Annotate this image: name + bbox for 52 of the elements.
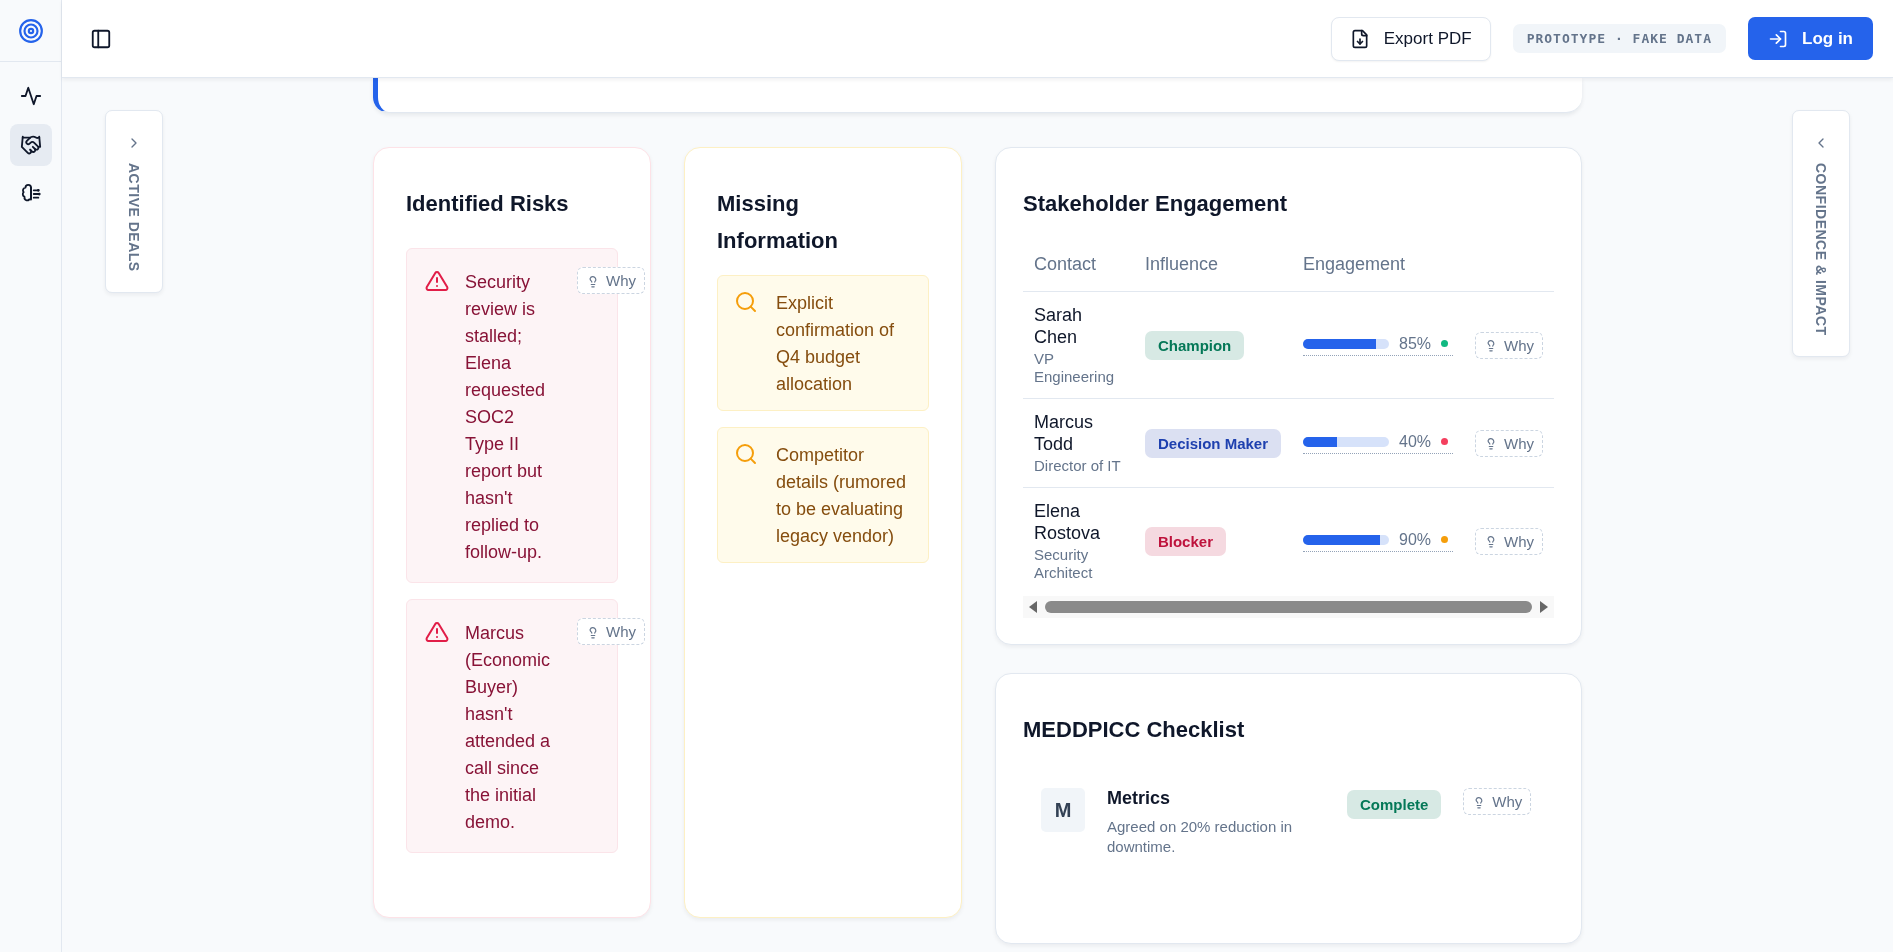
risk-text: Security review is stalled; Elena requested SOC2 Type II report but hasn't replied to follow-up.: [465, 271, 547, 564]
sidebar-toggle-button[interactable]: [90, 27, 112, 50]
search-icon: [734, 442, 758, 466]
horizontal-scrollbar[interactable]: [1023, 596, 1554, 618]
why-button[interactable]: Why: [1475, 331, 1543, 359]
handshake-icon: [19, 134, 42, 156]
contact-role: Security Architect: [1034, 546, 1094, 582]
warning-icon: [425, 269, 449, 293]
search-icon: [734, 290, 758, 314]
target-logo-icon: [17, 17, 44, 44]
contact-role: Director of IT: [1034, 457, 1122, 475]
card-title: Missing Information: [717, 190, 839, 255]
panel-label: CONFIDENCE & IMPACT: [1813, 163, 1829, 336]
why-button[interactable]: Why: [1463, 788, 1532, 815]
card-title: Stakeholder Engagement: [1023, 190, 1289, 218]
column-header: Influence: [1133, 248, 1292, 292]
contact-role: VP Engineering: [1034, 350, 1116, 386]
nav-item[interactable]: [9, 124, 52, 166]
why-button[interactable]: Why: [577, 618, 645, 645]
sidebar-icon: [90, 27, 112, 50]
column-header: Contact: [1023, 248, 1134, 292]
engagement-value: 40%: [1399, 432, 1432, 451]
item-detail: Agreed on 20% reduction in downtime.: [1107, 817, 1294, 857]
risk-text: Marcus (Economic Buyer) hasn't attended a call since the initial demo.: [465, 622, 552, 834]
login-button[interactable]: Log in: [1748, 17, 1873, 60]
influence-tag: Champion: [1144, 330, 1245, 360]
status-tag: Complete: [1347, 790, 1442, 819]
panel-label: ACTIVE DEALS: [126, 163, 142, 272]
export-button[interactable]: Export PDF: [1330, 16, 1491, 61]
letter-tile: M: [1041, 788, 1085, 832]
prototype-badge: PROTOTYPE · FAKE DATA: [1512, 24, 1726, 53]
influence-tag: Blocker: [1144, 526, 1226, 556]
login-icon: [1768, 28, 1788, 49]
engagement-value: 85%: [1399, 334, 1432, 353]
contact-name: Elena Rostova: [1034, 500, 1102, 544]
warning-icon: [425, 620, 449, 644]
column-header: Engagement: [1292, 248, 1464, 292]
contact-name: Sarah Chen: [1034, 304, 1084, 348]
item-title: Metrics: [1107, 788, 1172, 809]
missing-text: Competitor details (rumored to be evaluating legacy vendor): [776, 444, 908, 548]
why-button[interactable]: Why: [577, 267, 645, 294]
missing-text: Explicit confirmation of Q4 budget allocation: [776, 292, 896, 396]
influence-tag: Decision Maker: [1144, 428, 1281, 458]
active-deals-tab[interactable]: ACTIVE DEALS: [105, 110, 163, 293]
why-button[interactable]: Why: [1475, 429, 1543, 457]
card-title: MEDDPICC Checklist: [1023, 716, 1246, 744]
card-title: Identified Risks: [406, 190, 570, 218]
engagement-value: 90%: [1399, 530, 1432, 549]
confidence-tab[interactable]: CONFIDENCE & IMPACT: [1792, 110, 1850, 357]
why-button[interactable]: Why: [1475, 527, 1543, 555]
pulse-icon: [19, 85, 42, 107]
contact-name: Marcus Todd: [1034, 411, 1094, 455]
